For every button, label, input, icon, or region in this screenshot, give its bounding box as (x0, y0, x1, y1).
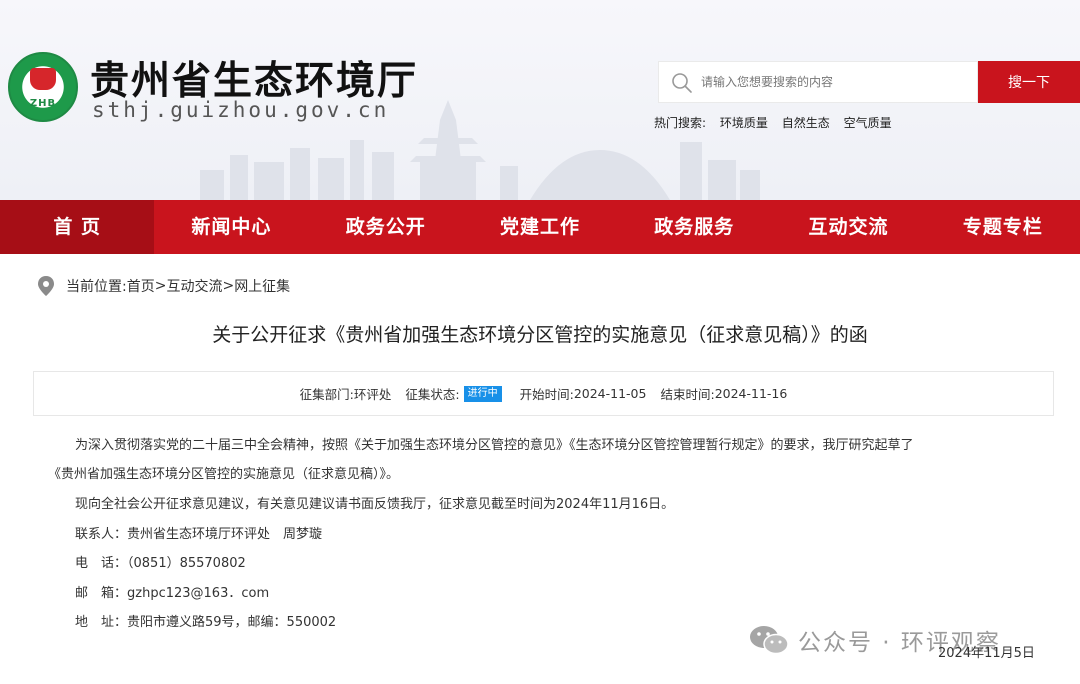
article-title: 关于公开征求《贵州省加强生态环境分区管控的实施意见（征求意见稿）》的函 (212, 324, 868, 346)
hot-search-item[interactable]: 空气质量 (844, 116, 892, 130)
search-icon (672, 73, 692, 93)
search-box (658, 61, 978, 103)
hot-search-item[interactable]: 自然生态 (782, 116, 830, 130)
nav-item-topics[interactable]: 专题专栏 (926, 200, 1080, 254)
publish-date: 2024年11月5日 (938, 646, 1035, 661)
nav-item-news[interactable]: 新闻中心 (154, 200, 308, 254)
emblem-text: ZHB (29, 98, 57, 109)
status-badge: 进行中 (463, 385, 502, 402)
site-header: ZHB 贵州省生态环境厅 sthj.guizhou.gov.cn 搜一下 热门搜… (0, 0, 1080, 200)
site-domain: sthj.guizhou.gov.cn (92, 98, 390, 122)
meta-end-label: 结束时间: (660, 387, 715, 402)
breadcrumb-separator: > (154, 278, 167, 294)
meta-dept-label: 征集部门: (299, 387, 354, 402)
nav-item-home[interactable]: 首 页 (0, 200, 155, 254)
nav-item-party[interactable]: 党建工作 (463, 200, 617, 254)
wechat-icon (750, 626, 789, 655)
body-paragraph: 现向全社会公开征求意见建议，有关意见建议请书面反馈我厅，征求意见截至时间为202… (75, 497, 675, 512)
meta-start-label: 开始时间: (519, 387, 574, 402)
contact-person: 联系人：贵州省生态环境厅环评处 周梦璇 (75, 527, 323, 542)
breadcrumb-label: 当前位置: (66, 279, 127, 295)
nav-item-interaction[interactable]: 互动交流 (771, 200, 925, 254)
government-emblem-logo: ZHB (8, 52, 78, 122)
article-meta: 征集部门: 环评处 征集状态: 进行中 开始时间: 2024-11-05 结束时… (33, 371, 1054, 416)
nav-item-gov-affairs[interactable]: 政务公开 (309, 200, 463, 254)
contact-address: 地 址：贵阳市遵义路59号，邮编：550002 (75, 615, 337, 630)
breadcrumb: 当前位置: 首页 > 互动交流 > 网上征集 (36, 274, 290, 298)
meta-dept-value: 环评处 (353, 387, 392, 402)
body-paragraph: 为深入贯彻落实党的二十届三中全会精神，按照《关于加强生态环境分区管控的意见》《生… (75, 438, 914, 453)
breadcrumb-section[interactable]: 互动交流 (166, 276, 222, 296)
main-nav: 首 页 新闻中心 政务公开 党建工作 政务服务 互动交流 专题专栏 (0, 200, 1080, 254)
contact-phone: 电 话：（0851）85570802 (75, 556, 246, 571)
meta-end-value: 2024-11-16 (714, 386, 788, 401)
breadcrumb-current[interactable]: 网上征集 (234, 276, 290, 296)
meta-start-value: 2024-11-05 (573, 386, 647, 401)
search-input[interactable] (701, 70, 971, 94)
breadcrumb-home[interactable]: 首页 (127, 276, 155, 296)
contact-email[interactable]: 邮 箱：gzhpc123@163．com (75, 582, 269, 601)
hot-search-item[interactable]: 环境质量 (720, 116, 768, 130)
meta-status-label: 征集状态: (405, 387, 460, 402)
emblem-flag-icon (30, 68, 56, 90)
nav-item-services[interactable]: 政务服务 (617, 200, 771, 254)
hot-search: 热门搜索: 环境质量 自然生态 空气质量 (654, 114, 902, 131)
breadcrumb-separator: > (222, 278, 235, 294)
body-paragraph: 《贵州省加强生态环境分区管控的实施意见（征求意见稿）》。 (48, 467, 400, 482)
location-pin-icon (38, 276, 54, 296)
search-button[interactable]: 搜一下 (978, 61, 1080, 103)
hot-search-label: 热门搜索: (654, 116, 707, 130)
